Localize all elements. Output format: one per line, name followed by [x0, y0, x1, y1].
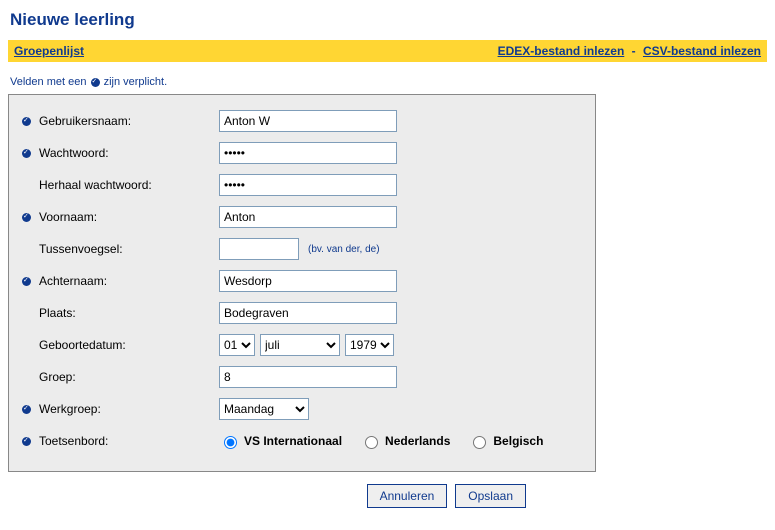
herhaal-wachtwoord-label: Herhaal wachtwoord:: [39, 178, 152, 192]
tussenvoegsel-input[interactable]: [219, 238, 299, 260]
herhaal-wachtwoord-input[interactable]: [219, 174, 397, 196]
toetsenbord-radio-vs[interactable]: [224, 436, 237, 449]
werkgroep-label: Werkgroep:: [39, 402, 101, 416]
groepenlijst-link[interactable]: Groepenlijst: [14, 44, 84, 58]
voornaam-input[interactable]: [219, 206, 397, 228]
required-icon: [22, 437, 31, 446]
action-bar: Groepenlijst EDEX-bestand inlezen - CSV-…: [8, 40, 767, 62]
required-icon: [22, 277, 31, 286]
toetsenbord-radio-nl[interactable]: [365, 436, 378, 449]
form-panel: Gebruikersnaam: Wachtwoord: Herhaal wach…: [8, 94, 596, 472]
wachtwoord-label: Wachtwoord:: [39, 146, 109, 160]
gebruikersnaam-input[interactable]: [219, 110, 397, 132]
groep-label: Groep:: [39, 370, 76, 384]
geboortedatum-maand-select[interactable]: juli: [260, 334, 340, 356]
required-icon: [22, 117, 31, 126]
required-icon: [22, 213, 31, 222]
required-icon: [22, 149, 31, 158]
save-button[interactable]: Opslaan: [455, 484, 526, 508]
topbar-separator: -: [632, 44, 636, 58]
required-icon: [91, 78, 100, 87]
achternaam-input[interactable]: [219, 270, 397, 292]
tussenvoegsel-hint: (bv. van der, de): [308, 244, 380, 255]
geboortedatum-dag-select[interactable]: 01: [219, 334, 255, 356]
geboortedatum-jaar-select[interactable]: 1979: [345, 334, 394, 356]
groep-input[interactable]: [219, 366, 397, 388]
voornaam-label: Voornaam:: [39, 210, 97, 224]
required-fields-note: Velden met een zijn verplicht.: [10, 76, 767, 88]
werkgroep-select[interactable]: Maandag: [219, 398, 309, 420]
toetsenbord-radio-group: VS Internationaal Nederlands Belgisch: [219, 431, 543, 451]
toetsenbord-option-vs[interactable]: VS Internationaal: [219, 433, 342, 449]
required-icon: [22, 405, 31, 414]
geboortedatum-label: Geboortedatum:: [39, 338, 126, 352]
page-title: Nieuwe leerling: [10, 10, 767, 30]
toetsenbord-option-be[interactable]: Belgisch: [468, 433, 543, 449]
toetsenbord-label: Toetsenbord:: [39, 434, 108, 448]
toetsenbord-option-nl[interactable]: Nederlands: [360, 433, 450, 449]
achternaam-label: Achternaam:: [39, 274, 107, 288]
cancel-button[interactable]: Annuleren: [367, 484, 448, 508]
tussenvoegsel-label: Tussenvoegsel:: [39, 242, 123, 256]
wachtwoord-input[interactable]: [219, 142, 397, 164]
button-row: Annuleren Opslaan: [8, 484, 596, 508]
gebruikersnaam-label: Gebruikersnaam:: [39, 114, 131, 128]
toetsenbord-radio-be[interactable]: [473, 436, 486, 449]
plaats-label: Plaats:: [39, 306, 76, 320]
edex-inlezen-link[interactable]: EDEX-bestand inlezen: [498, 44, 625, 58]
plaats-input[interactable]: [219, 302, 397, 324]
csv-inlezen-link[interactable]: CSV-bestand inlezen: [643, 44, 761, 58]
